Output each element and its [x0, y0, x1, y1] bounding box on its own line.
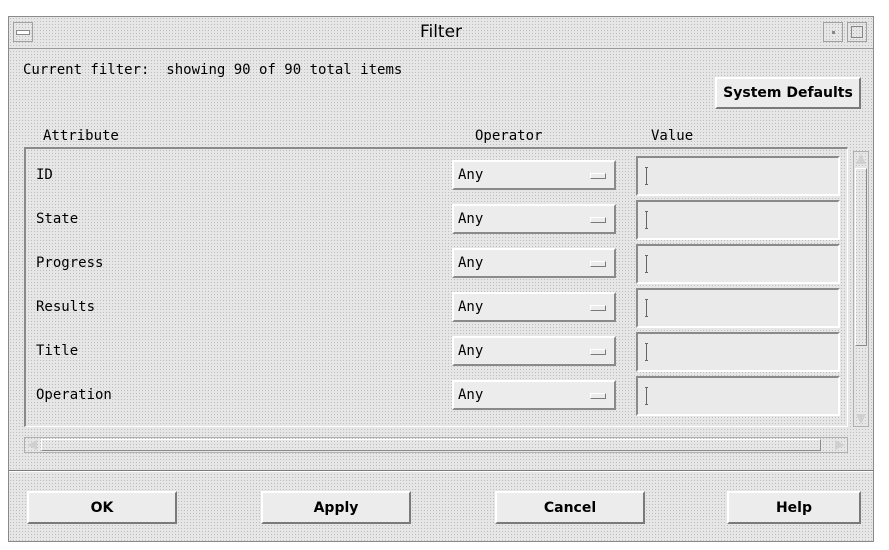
- column-header-attribute: Attribute: [43, 128, 119, 144]
- minimize-icon[interactable]: [823, 22, 843, 42]
- option-menu-indicator-icon: [590, 349, 606, 355]
- column-header-operator: Operator: [475, 128, 543, 144]
- filter-row: Progress Any: [26, 243, 847, 287]
- operator-option-menu[interactable]: Any: [452, 336, 616, 366]
- column-header-value: Value: [651, 128, 694, 144]
- value-input[interactable]: [636, 156, 840, 196]
- option-menu-indicator-icon: [590, 217, 606, 223]
- filter-row: State Any: [26, 199, 847, 243]
- option-menu-indicator-icon: [590, 305, 606, 311]
- text-cursor-icon: [645, 387, 648, 405]
- attribute-label: Results: [36, 299, 96, 315]
- operator-value: Any: [458, 343, 484, 359]
- value-input[interactable]: [636, 332, 840, 372]
- operator-option-menu[interactable]: Any: [452, 248, 616, 278]
- current-filter-text: showing 90 of 90 total items: [166, 62, 403, 78]
- filter-row: Operation Any: [26, 375, 847, 419]
- operator-option-menu[interactable]: Any: [452, 204, 616, 234]
- value-input[interactable]: [636, 200, 840, 240]
- operator-option-menu[interactable]: Any: [452, 160, 616, 190]
- operator-value: Any: [458, 255, 484, 271]
- help-button[interactable]: Help: [727, 491, 861, 524]
- attribute-label: Progress: [36, 255, 104, 271]
- current-filter-status: Current filter: showing 90 of 90 total i…: [23, 62, 402, 78]
- system-defaults-button[interactable]: System Defaults: [715, 77, 861, 109]
- scroll-down-arrow-icon[interactable]: [856, 414, 866, 424]
- text-cursor-icon: [645, 299, 648, 317]
- vertical-scrollbar[interactable]: [853, 151, 869, 427]
- title-bar[interactable]: Filter: [9, 17, 873, 49]
- operator-value: Any: [458, 387, 484, 403]
- option-menu-indicator-icon: [590, 173, 606, 179]
- operator-value: Any: [458, 167, 484, 183]
- attribute-label: Operation: [36, 387, 112, 403]
- scroll-right-arrow-icon[interactable]: [835, 440, 845, 450]
- button-area-separator: [9, 470, 873, 472]
- value-input[interactable]: [636, 244, 840, 284]
- maximize-icon[interactable]: [847, 22, 867, 42]
- attribute-label: State: [36, 211, 79, 227]
- option-menu-indicator-icon: [590, 261, 606, 267]
- apply-button[interactable]: Apply: [261, 491, 411, 524]
- scroll-up-arrow-icon[interactable]: [856, 154, 866, 164]
- filter-dialog: Filter Current filter: showing 90 of 90 …: [8, 16, 874, 542]
- filter-row: Title Any: [26, 331, 847, 375]
- text-cursor-icon: [645, 211, 648, 229]
- horizontal-scrollbar[interactable]: [24, 437, 848, 453]
- text-cursor-icon: [645, 343, 648, 361]
- value-input[interactable]: [636, 288, 840, 328]
- attribute-label: Title: [36, 343, 79, 359]
- current-filter-label: Current filter:: [23, 62, 150, 78]
- ok-button[interactable]: OK: [27, 491, 177, 524]
- vertical-scroll-thumb[interactable]: [855, 168, 867, 346]
- operator-value: Any: [458, 299, 484, 315]
- value-input[interactable]: [636, 376, 840, 416]
- scroll-left-arrow-icon[interactable]: [27, 440, 37, 450]
- operator-value: Any: [458, 211, 484, 227]
- filter-row: ID Any: [26, 155, 847, 199]
- operator-option-menu[interactable]: Any: [452, 380, 616, 410]
- window-title: Filter: [419, 22, 463, 42]
- operator-option-menu[interactable]: Any: [452, 292, 616, 322]
- filter-row: Results Any: [26, 287, 847, 331]
- attribute-label: ID: [36, 167, 53, 183]
- text-cursor-icon: [645, 167, 648, 185]
- option-menu-indicator-icon: [590, 393, 606, 399]
- text-cursor-icon: [645, 255, 648, 273]
- filter-rows-list: ID Any State Any Progress Any Results An…: [24, 147, 848, 427]
- cancel-button[interactable]: Cancel: [495, 491, 645, 524]
- horizontal-scroll-thumb[interactable]: [41, 439, 821, 451]
